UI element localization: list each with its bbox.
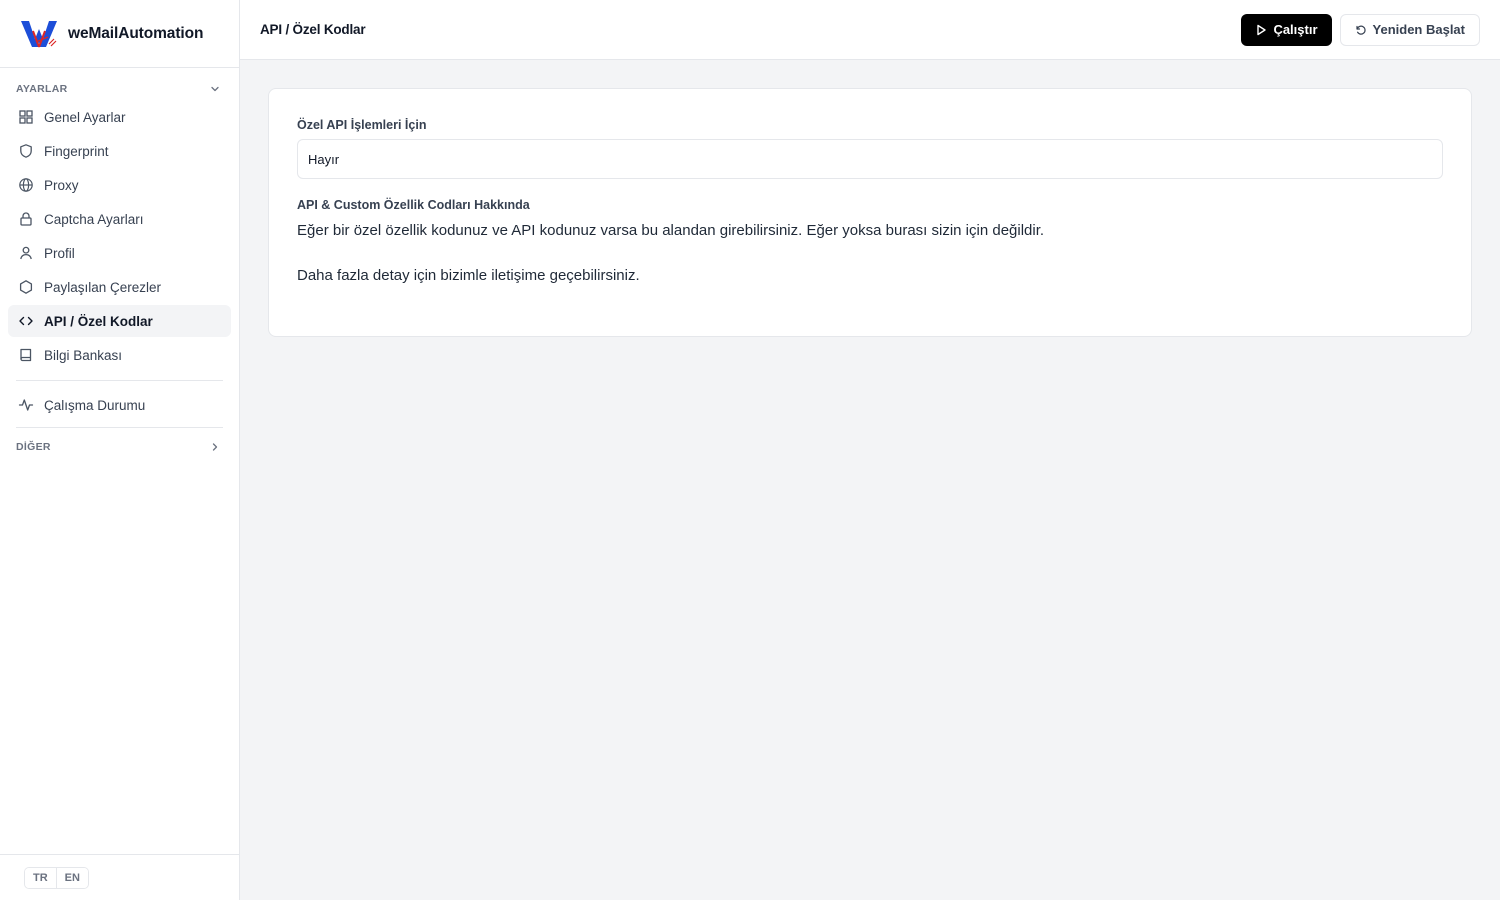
sidebar-item-label: API / Özel Kodlar (44, 313, 153, 329)
chevron-right-icon (212, 443, 218, 451)
contact-paragraph: Daha fazla detay için bizimle iletişime … (297, 267, 640, 284)
settings-nav: Genel Ayarlar Fingerprint Proxy Captcha … (0, 101, 239, 371)
api-field-label: Özel API İşlemleri İçin (297, 118, 427, 132)
book-icon (20, 348, 32, 362)
language-bar: TR EN (0, 854, 239, 900)
app-name: weMailAutomation (68, 24, 204, 42)
code-icon (19, 316, 33, 326)
sidebar-divider (16, 427, 223, 428)
api-select-value: Hayır (308, 151, 340, 167)
grid-icon (19, 110, 33, 124)
sidebar-item-label: Genel Ayarlar (44, 109, 126, 125)
sidebar-item-profil[interactable]: Profil (8, 237, 231, 269)
run-button-label: Çalıştır (1273, 22, 1318, 37)
restart-button-label: Yeniden Başlat (1372, 22, 1465, 37)
api-select-field[interactable]: Hayır (297, 139, 1443, 179)
sidebar-item-fingerprint[interactable]: Fingerprint (8, 135, 231, 167)
sidebar-item-calisma-durumu[interactable]: Çalışma Durumu (8, 389, 231, 421)
shield-icon (20, 144, 32, 158)
sidebar-item-label: Çalışma Durumu (44, 397, 146, 413)
lang-tr-button[interactable]: TR (25, 867, 56, 888)
chevron-down-icon (211, 86, 219, 92)
brand[interactable]: weMailAutomation (0, 0, 239, 68)
globe-icon (19, 178, 33, 192)
sidebar-item-proxy[interactable]: Proxy (8, 169, 231, 201)
topbar: API / Özel Kodlar Çalıştır Yeniden Başla… (240, 0, 1500, 60)
settings-section-header[interactable]: AYARLAR (0, 78, 239, 100)
api-settings-card: Özel API İşlemleri İçin Hayır API & Cust… (268, 88, 1472, 337)
language-switcher: TR EN (24, 866, 89, 889)
lang-en-button[interactable]: EN (55, 867, 88, 888)
lock-icon (20, 212, 32, 226)
sidebar-item-label: Bilgi Bankası (44, 347, 123, 363)
sidebar-item-genel-ayarlar[interactable]: Genel Ayarlar (8, 101, 231, 133)
run-button[interactable]: Çalıştır (1241, 13, 1332, 46)
other-section-header[interactable]: DİĞER (0, 436, 239, 458)
sidebar-item-label: Captcha Ayarları (44, 211, 144, 227)
sidebar-item-label: Profil (44, 245, 75, 261)
sidebar-item-api-ozel-kodlar[interactable]: API / Özel Kodlar (8, 305, 231, 337)
play-icon (1257, 24, 1267, 35)
sidebar-divider (16, 380, 223, 381)
page-title: API / Özel Kodlar (260, 22, 366, 37)
sidebar-item-captcha-ayarlari[interactable]: Captcha Ayarları (8, 203, 231, 235)
other-section-label: DİĞER (16, 441, 51, 453)
sidebar-item-paylasilan-cerezler[interactable]: Paylaşılan Çerezler (8, 271, 231, 303)
sidebar-item-label: Proxy (44, 177, 79, 193)
about-paragraph: Eğer bir özel özellik kodunuz ve API kod… (297, 222, 1045, 239)
sidebar: weMailAutomation AYARLAR Genel Ayarlar F… (0, 0, 240, 900)
restart-icon (1355, 25, 1366, 35)
activity-icon (18, 399, 34, 411)
app-logo-icon (21, 20, 57, 47)
restart-button[interactable]: Yeniden Başlat (1339, 13, 1480, 46)
sidebar-item-label: Paylaşılan Çerezler (44, 279, 162, 295)
status-nav: Çalışma Durumu (0, 389, 239, 421)
settings-section-label: AYARLAR (16, 83, 68, 95)
user-icon (20, 246, 32, 260)
about-heading: API & Custom Özellik Codları Hakkında (297, 198, 530, 212)
header-actions: Çalıştır Yeniden Başlat (1241, 13, 1480, 46)
hexagon-icon (19, 280, 33, 294)
sidebar-item-bilgi-bankasi[interactable]: Bilgi Bankası (8, 339, 231, 371)
sidebar-item-label: Fingerprint (44, 143, 109, 159)
